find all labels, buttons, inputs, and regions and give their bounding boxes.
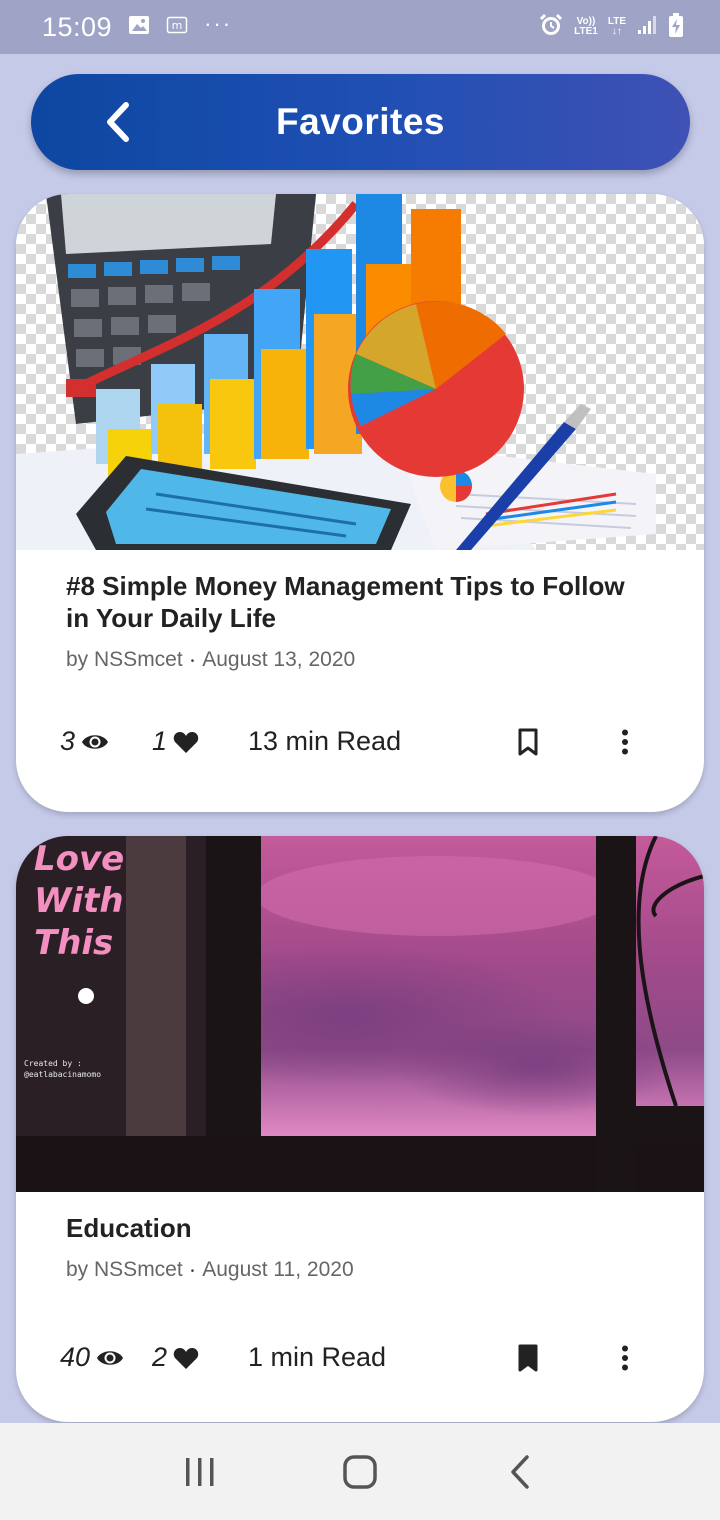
- bookmark-filled-icon: [518, 1344, 538, 1371]
- system-nav-bar: [0, 1423, 720, 1520]
- status-right-icons: Vo)) LTE1 LTE ↓↑: [538, 12, 684, 43]
- post-author[interactable]: by NSSmcet: [66, 1258, 183, 1282]
- post-body: #8 Simple Money Management Tips to Follo…: [16, 550, 704, 672]
- likes-count: 1: [152, 726, 168, 756]
- post-author[interactable]: by NSSmcet: [66, 648, 183, 672]
- views-stat: 3: [60, 726, 152, 757]
- post-card[interactable]: Love With This Created by : @eatlabacina…: [16, 836, 704, 1422]
- volte-icon: Vo)) LTE1: [574, 17, 598, 37]
- likes-count: 2: [152, 1342, 168, 1372]
- finance-illustration: [16, 194, 656, 550]
- image-overlay-text: Love With This: [34, 838, 124, 964]
- heart-icon[interactable]: [173, 1346, 199, 1370]
- likes-stat[interactable]: 1: [152, 726, 248, 757]
- overlay-line: Love: [34, 839, 125, 879]
- back-button[interactable]: [97, 102, 137, 142]
- meta-separator: •: [190, 1265, 195, 1277]
- post-meta: by NSSmcet • August 13, 2020: [66, 648, 654, 672]
- recent-apps-button[interactable]: [170, 1442, 230, 1502]
- more-options-button[interactable]: [610, 729, 640, 755]
- post-title[interactable]: Education: [66, 1212, 654, 1244]
- meta-separator: •: [190, 655, 195, 667]
- heart-icon[interactable]: [173, 730, 199, 754]
- views-count: 3: [60, 726, 76, 756]
- alarm-icon: [538, 12, 564, 43]
- home-icon: [343, 1454, 377, 1489]
- status-time: 15:09: [42, 11, 113, 42]
- post-stats: 3 1 13 min Read: [60, 726, 640, 757]
- bookmark-button[interactable]: [498, 1344, 558, 1372]
- battery-charging-icon: [668, 12, 684, 43]
- post-body: Education by NSSmcet • August 11, 2020: [16, 1192, 704, 1282]
- post-thumbnail[interactable]: [16, 194, 704, 550]
- m-badge-icon: m: [166, 15, 188, 40]
- post-meta: by NSSmcet • August 11, 2020: [66, 1258, 654, 1282]
- eye-icon: [97, 1350, 124, 1365]
- more-vert-icon: [622, 729, 628, 754]
- chevron-left-icon: [107, 102, 129, 142]
- app-header: Favorites: [31, 74, 690, 170]
- post-card[interactable]: #8 Simple Money Management Tips to Follo…: [16, 194, 704, 812]
- eye-icon: [82, 734, 109, 749]
- more-vert-icon: [622, 1345, 628, 1370]
- overlay-line: This: [34, 923, 114, 963]
- caption-line: Created by :: [24, 1059, 82, 1068]
- page-title: Favorites: [275, 101, 445, 142]
- read-time: 13 min Read: [248, 726, 402, 756]
- image-caption: Created by : @eatlabacinamomo: [24, 1058, 101, 1080]
- more-options-button[interactable]: [610, 1345, 640, 1371]
- status-bar: 15:09 m ··· Vo)) LTE1 LTE ↓↑: [0, 0, 720, 54]
- post-date: August 11, 2020: [202, 1258, 354, 1281]
- views-count: 40: [60, 1342, 91, 1372]
- lte-icon: LTE ↓↑: [608, 17, 626, 37]
- read-time: 1 min Read: [248, 1342, 387, 1372]
- status-left-icons: m ···: [128, 11, 233, 40]
- signal-icon: [636, 14, 658, 41]
- post-date: August 13, 2020: [202, 648, 356, 671]
- bookmark-outline-icon: [518, 728, 538, 755]
- bookmark-button[interactable]: [498, 728, 558, 756]
- back-icon: [511, 1454, 529, 1489]
- post-stats: 40 2 1 min Read: [60, 1342, 640, 1373]
- lte-arrows: ↓↑: [611, 26, 622, 37]
- volte-bottom-label: LTE1: [574, 26, 598, 37]
- recent-apps-icon: [186, 1457, 214, 1486]
- overlay-line: With: [34, 881, 124, 921]
- svg-text:m: m: [172, 19, 183, 32]
- home-button[interactable]: [330, 1442, 390, 1502]
- more-dots-icon: ···: [204, 11, 233, 36]
- post-title[interactable]: #8 Simple Money Management Tips to Follo…: [66, 570, 654, 634]
- post-thumbnail[interactable]: Love With This Created by : @eatlabacina…: [16, 836, 704, 1192]
- views-stat: 40: [60, 1342, 152, 1373]
- image-icon: [128, 15, 150, 40]
- likes-stat[interactable]: 2: [152, 1342, 248, 1373]
- system-back-button[interactable]: [490, 1442, 550, 1502]
- caption-line: @eatlabacinamomo: [24, 1070, 102, 1079]
